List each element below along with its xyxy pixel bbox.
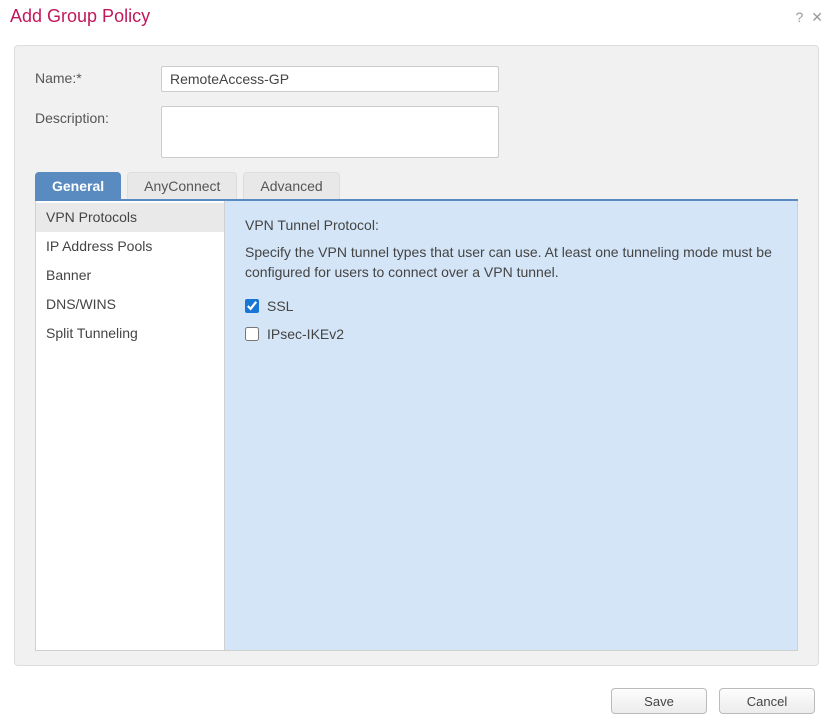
sidebar-item-vpn-protocols[interactable]: VPN Protocols bbox=[36, 203, 224, 232]
tab-anyconnect-label: AnyConnect bbox=[144, 178, 220, 194]
option-ipsec-label: IPsec-IKEv2 bbox=[267, 326, 344, 342]
content-pane: VPN Tunnel Protocol: Specify the VPN tun… bbox=[225, 201, 798, 651]
sidebar-item-banner[interactable]: Banner bbox=[36, 261, 224, 290]
sidebar-item-label: Split Tunneling bbox=[46, 325, 138, 341]
titlebar-icons: ? ✕ bbox=[795, 10, 823, 24]
sidebar-item-dns-wins[interactable]: DNS/WINS bbox=[36, 290, 224, 319]
description-textarea[interactable] bbox=[161, 106, 499, 158]
tabstrip: General AnyConnect Advanced bbox=[35, 172, 798, 199]
sidebar: VPN Protocols IP Address Pools Banner DN… bbox=[35, 201, 225, 651]
option-ipsec-row: IPsec-IKEv2 bbox=[245, 326, 777, 342]
form-panel: Name:* Description: General AnyConnect A… bbox=[14, 45, 819, 666]
option-ssl-row: SSL bbox=[245, 298, 777, 314]
name-input[interactable] bbox=[161, 66, 499, 92]
tab-content: VPN Protocols IP Address Pools Banner DN… bbox=[35, 199, 798, 651]
sidebar-item-label: VPN Protocols bbox=[46, 209, 137, 225]
dialog-title: Add Group Policy bbox=[10, 6, 150, 27]
add-group-policy-dialog: Add Group Policy ? ✕ Name:* Description:… bbox=[0, 0, 833, 702]
button-bar: Save Cancel bbox=[0, 676, 833, 728]
name-row: Name:* bbox=[35, 66, 798, 92]
option-ssl-checkbox[interactable] bbox=[245, 299, 259, 313]
sidebar-item-label: DNS/WINS bbox=[46, 296, 116, 312]
sidebar-item-label: Banner bbox=[46, 267, 91, 283]
description-row: Description: bbox=[35, 106, 798, 158]
sidebar-item-ip-address-pools[interactable]: IP Address Pools bbox=[36, 232, 224, 261]
sidebar-item-split-tunneling[interactable]: Split Tunneling bbox=[36, 319, 224, 348]
save-button[interactable]: Save bbox=[611, 688, 707, 714]
form-area: Name:* Description: General AnyConnect A… bbox=[0, 31, 833, 676]
content-description: Specify the VPN tunnel types that user c… bbox=[245, 243, 777, 282]
tab-anyconnect[interactable]: AnyConnect bbox=[127, 172, 237, 199]
option-ipsec-checkbox[interactable] bbox=[245, 327, 259, 341]
tab-general-label: General bbox=[52, 178, 104, 194]
tab-advanced-label: Advanced bbox=[260, 178, 322, 194]
close-icon[interactable]: ✕ bbox=[811, 10, 823, 24]
name-label: Name:* bbox=[35, 66, 161, 86]
tab-advanced[interactable]: Advanced bbox=[243, 172, 339, 199]
content-heading: VPN Tunnel Protocol: bbox=[245, 217, 777, 233]
titlebar: Add Group Policy ? ✕ bbox=[0, 0, 833, 31]
help-icon[interactable]: ? bbox=[795, 10, 803, 24]
cancel-button[interactable]: Cancel bbox=[719, 688, 815, 714]
sidebar-item-label: IP Address Pools bbox=[46, 238, 152, 254]
option-ssl-label: SSL bbox=[267, 298, 293, 314]
description-label: Description: bbox=[35, 106, 161, 126]
tab-general[interactable]: General bbox=[35, 172, 121, 199]
